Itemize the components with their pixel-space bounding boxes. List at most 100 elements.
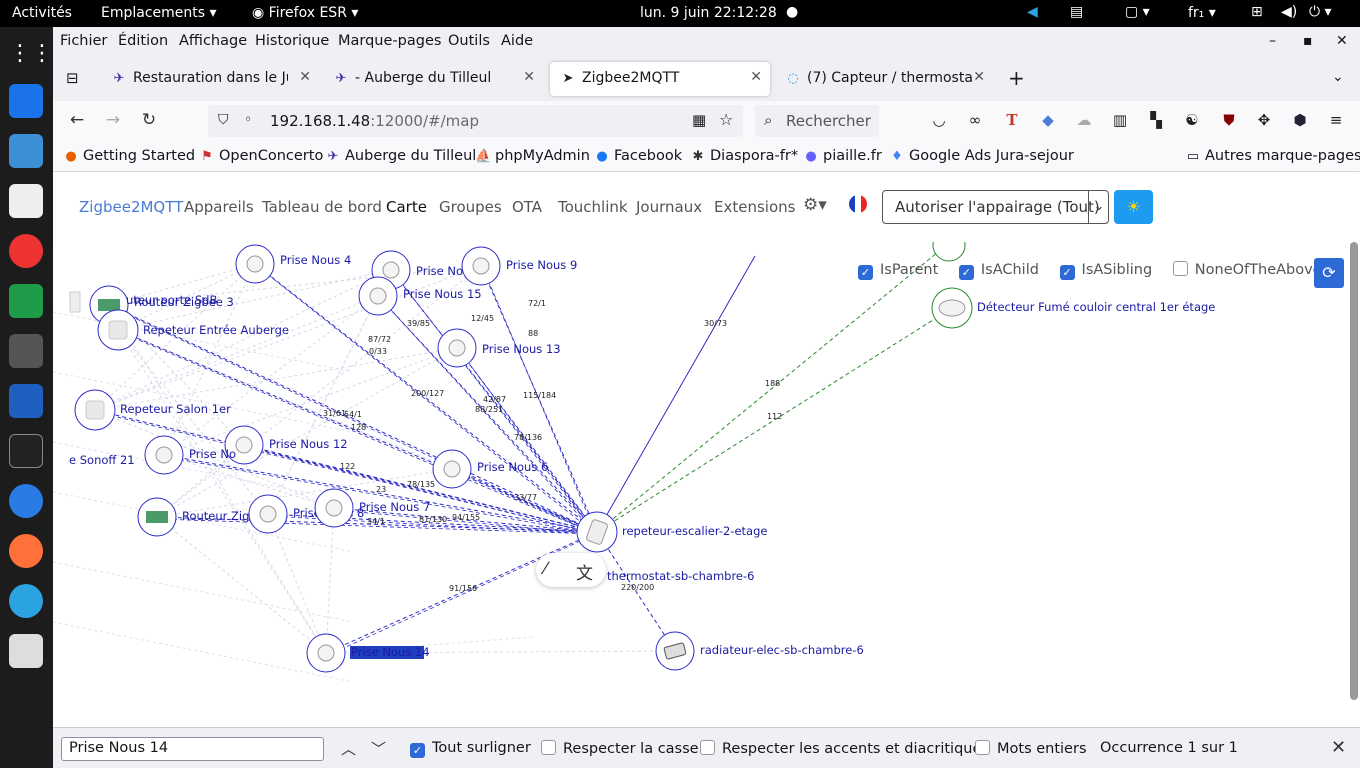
reload-icon[interactable]: ↻ [138,110,160,130]
menu-aide[interactable]: Aide [501,33,533,49]
close-find-bar-icon[interactable]: ✕ [1331,737,1346,758]
nav-appareils[interactable]: Appareils [184,198,254,216]
tab-restauration[interactable]: ✈ Restauration dans le Jura ✕ [101,62,319,96]
clock[interactable]: lun. 9 juin 22:12:28 [640,5,777,21]
clipboard-icon[interactable]: ▢ ▾ [1125,4,1150,20]
bookmark-auberge[interactable]: ✈ Auberge du Tilleul [325,148,477,164]
tab-auberge[interactable]: ✈ - Auberge du Tilleul ✕ [323,62,543,96]
printer-icon[interactable]: ▤ [1070,4,1083,20]
extensions-grid-icon[interactable]: ▚ [1146,111,1166,129]
forward-icon[interactable]: → [102,110,124,130]
menu-marque-pages[interactable]: Marque-pages [338,33,441,49]
prise-nous-12-node[interactable]: Prise Nous 12 [224,425,348,465]
maximize-icon[interactable]: ▪ [1303,33,1313,49]
find-next-icon[interactable]: ﹀ [371,738,386,759]
puzzle-icon[interactable]: ✥ [1254,111,1274,129]
nav-tableau-de-bord[interactable]: Tableau de bord [262,198,382,216]
map-scrollbar[interactable] [1350,242,1358,700]
telegram-tray-icon[interactable]: ◀ [1027,4,1038,20]
trash-icon[interactable] [9,634,43,668]
prise-nous-9-node[interactable]: Prise Nous 9 [461,246,577,286]
highlight-all-option[interactable]: ✓ Tout surligner [410,740,531,758]
shield-icon[interactable]: ⛉ [218,112,229,128]
bookmark-star-icon[interactable]: ☆ [719,110,733,129]
other-bookmarks[interactable]: ▭ Autres marque-pages [1185,148,1360,164]
filter-isachild[interactable]: ✓ IsAChild [958,262,1039,280]
menu-outils[interactable]: Outils [448,33,490,49]
network-icon[interactable]: ⊞ [1251,4,1263,20]
close-tab-icon[interactable]: ✕ [523,69,535,85]
thunderbird-icon[interactable] [9,484,43,518]
filter-isasibling[interactable]: ✓ IsASibling [1059,262,1152,280]
permit-join-button[interactable]: Autoriser l'appairage (Tout) ⌄ [882,190,1109,224]
network-map[interactable]: 30/73 188 112 72/1 12/45 88 39/85 87/72 0/33 200/… [53,242,1360,727]
prise-nous-15-node[interactable]: Prise Nous 15 [358,276,482,316]
url-bar[interactable]: ⛉ ◦ 192.168.1.48:12000/#/map ▦ ☆ [208,105,743,137]
french-flag-icon[interactable] [849,195,867,213]
ublock-icon[interactable]: ⛊ [1219,111,1239,129]
filter-noneoftheabove[interactable]: NoneOfTheAbove [1172,261,1322,278]
cloud-extension-icon[interactable]: ☁ [1074,111,1094,129]
terminal-icon[interactable] [9,434,43,468]
library-icon[interactable]: ▥ [1110,111,1130,129]
minimize-icon[interactable]: – [1269,33,1276,49]
theme-toggle-button[interactable]: ☀ [1114,190,1153,224]
calc-icon[interactable] [9,284,43,318]
filter-isparent[interactable]: ✓ IsParent [858,262,938,280]
search-box[interactable]: ⌕ Rechercher [755,105,879,137]
bookmark-facebook[interactable]: ● Facebook [594,148,682,164]
volume-icon[interactable]: ◀) [1281,4,1297,20]
refresh-map-button[interactable]: ⟳ [1314,258,1344,288]
bookmark-google-ads[interactable]: ♦ Google Ads Jura-sejour [889,148,1074,164]
firefox-dock-icon[interactable] [9,534,43,568]
keyboard-layout[interactable]: fr₁ ▾ [1188,5,1216,21]
menu-edition[interactable]: Édition [118,33,168,49]
bookmark-getting-started[interactable]: ● Getting Started [63,148,195,164]
prise-nous-14-node[interactable]: Prise Nous 14 [306,633,430,673]
nav-ota[interactable]: OTA [512,198,542,216]
menu-fichier[interactable]: Fichier [60,33,107,49]
store-icon[interactable] [9,134,43,168]
bookmark-piaille[interactable]: ● piaille.fr [803,148,881,164]
app-menu[interactable]: ◉ Firefox ESR ▾ [252,5,358,21]
match-diacritics-option[interactable]: Respecter les accents et diacritiques [700,740,989,757]
writer-icon[interactable] [9,84,43,118]
hamburger-menu-icon[interactable]: ≡ [1326,111,1346,129]
github-extension-icon[interactable]: ☯ [1182,111,1202,129]
whole-words-option[interactable]: Mots entiers [975,740,1087,757]
detecteur-fume-node[interactable]: Détecteur Fumé couloir central 1er étage [931,287,1215,329]
tab-zigbee2mqtt[interactable]: ➤ Zigbee2MQTT ✕ [550,62,770,96]
nav-groupes[interactable]: Groupes [439,198,502,216]
mask-icon[interactable]: ∞ [965,111,985,129]
brand-link[interactable]: Zigbee2MQTT [79,198,183,216]
find-previous-icon[interactable]: ︿ [341,738,356,759]
activities-button[interactable]: Activités [12,5,72,21]
prise-nous-4-node[interactable]: Prise Nous 4 [235,244,351,284]
magic-wand-icon[interactable]: ⁄ [544,559,547,579]
back-icon[interactable]: ← [66,110,88,130]
new-tab-button[interactable]: + [1008,66,1025,90]
prise-nous-13-node[interactable]: Prise Nous 13 [437,328,561,368]
telegram-icon[interactable] [9,584,43,618]
list-tabs-icon[interactable]: ⌄ [1332,69,1344,85]
bookmark-diaspora[interactable]: ✱ Diaspora-fr* [690,148,799,164]
tab-capteur[interactable]: ◌ (7) Capteur / thermostat A ✕ [775,62,993,96]
nav-extensions[interactable]: Extensions [714,198,795,216]
document-icon[interactable] [9,384,43,418]
nav-journaux[interactable]: Journaux [636,198,702,216]
settings-gear-icon[interactable]: ⚙▾ [803,195,827,215]
nav-touchlink[interactable]: Touchlink [558,198,628,216]
close-tab-icon[interactable]: ✕ [750,69,762,85]
match-case-option[interactable]: Respecter la casse [541,740,699,757]
nav-carte[interactable]: Carte [386,198,427,216]
app-grid-icon[interactable]: ⋮⋮ [9,37,53,71]
translate-icon[interactable]: 文 [576,559,593,584]
page-info-icon[interactable]: ◦ [244,112,252,128]
menu-affichage[interactable]: Affichage [179,33,247,49]
radiateur-node[interactable]: radiateur-elec-sb-chambre-6 [655,631,864,671]
bitwarden-icon[interactable]: ⬢ [1290,111,1310,129]
bookmark-phpmyadmin[interactable]: ⛵ phpMyAdmin [475,148,590,164]
tab-overview-icon[interactable]: ⊟ [66,69,79,87]
repeteur-escalier-node[interactable]: repeteur-escalier-2-etage [576,511,767,553]
power-icon[interactable]: ⏻ ▾ [1309,4,1332,20]
